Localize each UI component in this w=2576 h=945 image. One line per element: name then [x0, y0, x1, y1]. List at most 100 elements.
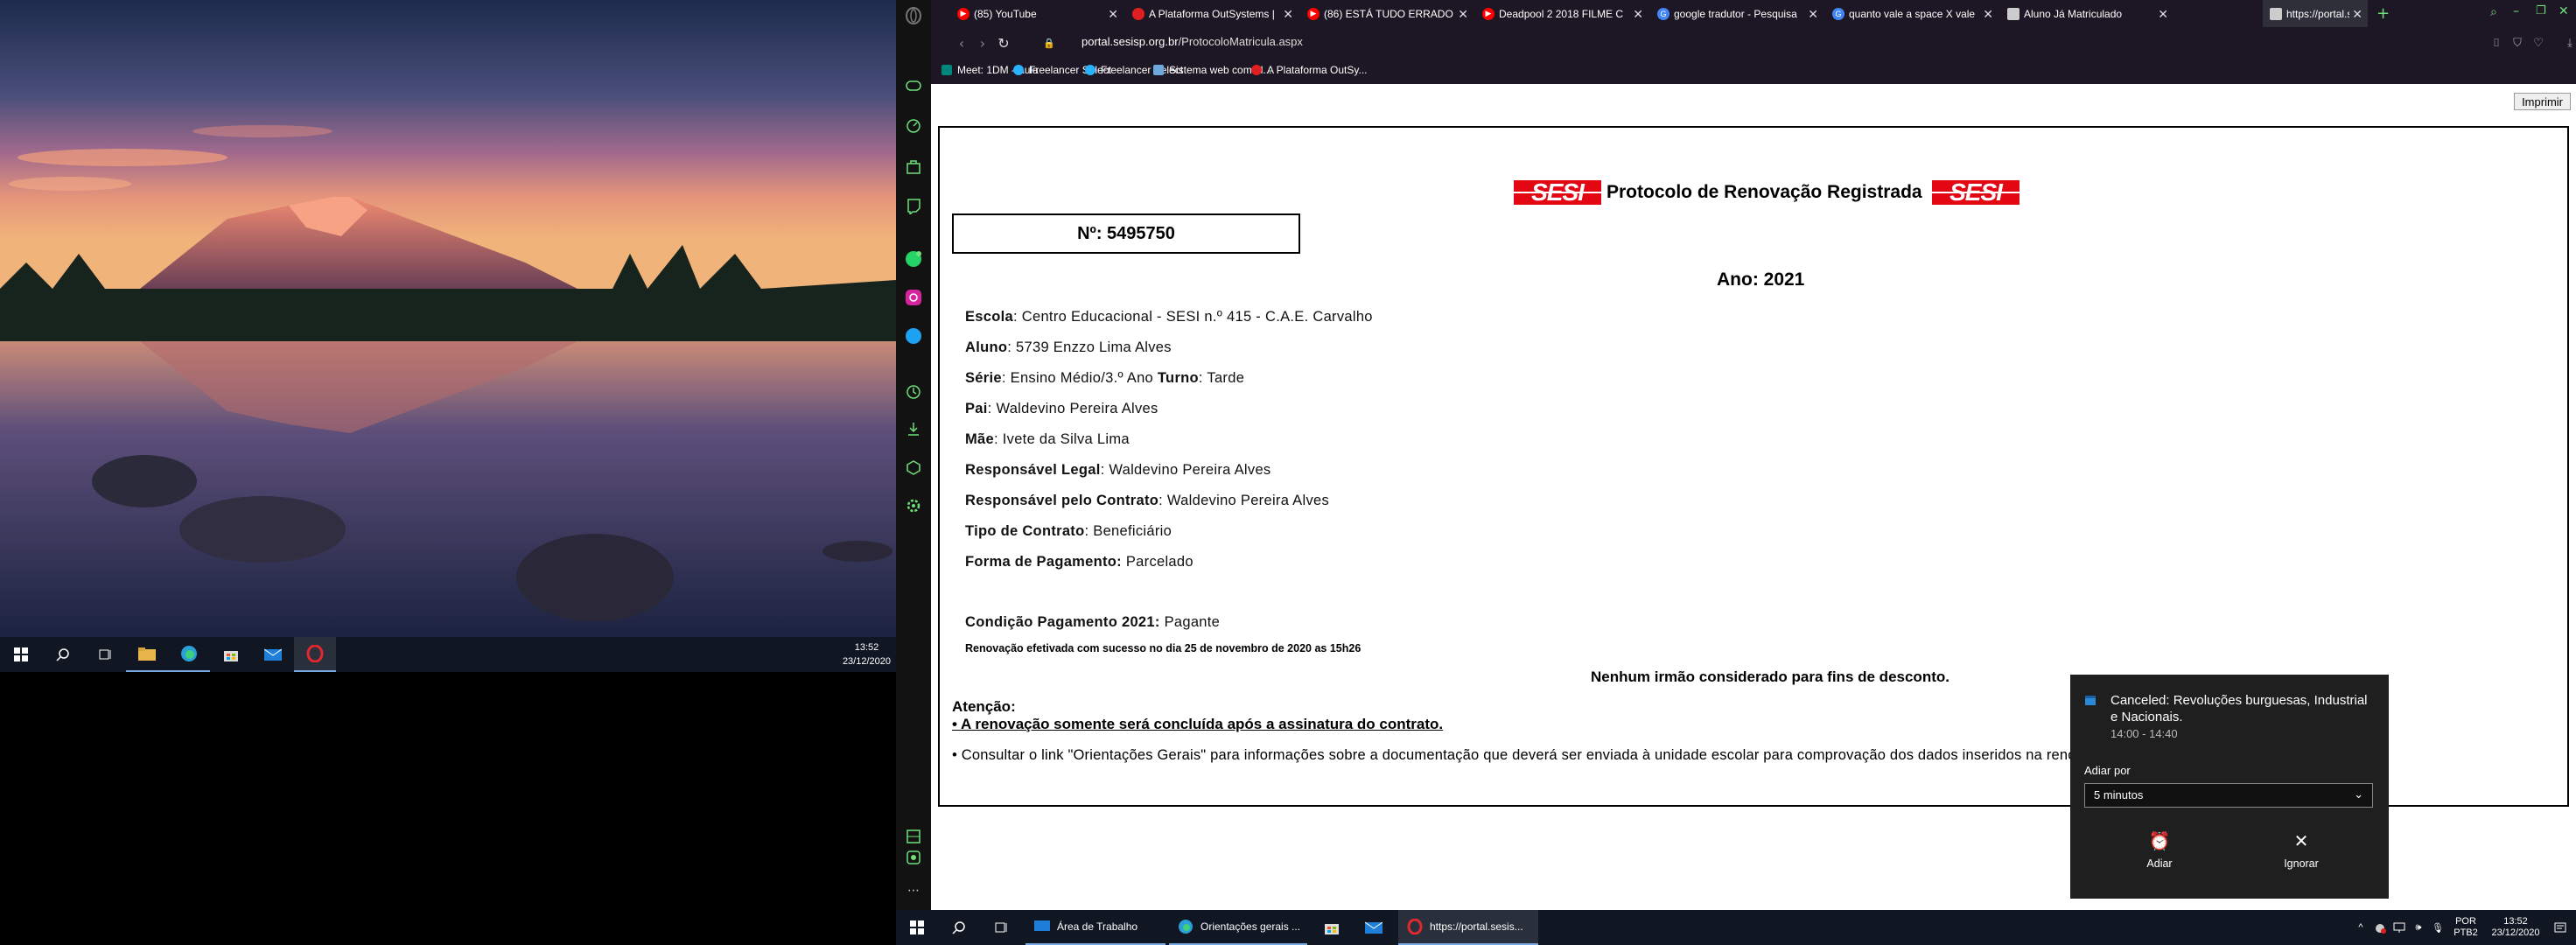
- store-sidebar-button[interactable]: [903, 156, 924, 177]
- mail-button[interactable]: [1353, 910, 1395, 945]
- tab-7-label: Aluno Já Matriculado: [2024, 7, 2123, 20]
- gamepad-button[interactable]: [903, 75, 924, 96]
- tray-volume-button[interactable]: 🕪: [2410, 910, 2427, 945]
- youtube-icon: ▶: [1482, 7, 1494, 20]
- url-field[interactable]: portal.sesisp.org.br/ProtocoloMatricula.…: [1082, 35, 1303, 48]
- tray-microphone-button[interactable]: 🎙: [2429, 910, 2446, 945]
- search-tabs-button[interactable]: ⌕: [2490, 5, 2497, 19]
- tab-4-close-icon[interactable]: ✕: [1633, 7, 1643, 22]
- tray-network-button[interactable]: [2390, 910, 2408, 945]
- task-view-button[interactable]: [84, 637, 126, 672]
- field-label: Mãe: [965, 431, 994, 447]
- snooze-select[interactable]: 5 minutos ⌄: [2084, 783, 2373, 808]
- minimize-button[interactable]: –: [2513, 4, 2519, 18]
- reload-button[interactable]: ↻: [996, 35, 1012, 52]
- tab-5-label: google tradutor - Pesquisa: [1674, 7, 1797, 20]
- opera-button[interactable]: [294, 637, 336, 672]
- minimize-icon: –: [2513, 4, 2519, 18]
- opera-icon: [1407, 919, 1423, 934]
- file-explorer-button[interactable]: [126, 637, 168, 672]
- tab-5-close-icon[interactable]: ✕: [1808, 7, 1818, 22]
- opera-menu-button[interactable]: [903, 5, 924, 26]
- document-icon: [2007, 7, 2020, 20]
- taskbar-app-label: https://portal.sesis...: [1430, 920, 1523, 933]
- tab-8-close-icon[interactable]: ✕: [2352, 7, 2362, 22]
- windows-icon: [14, 648, 28, 662]
- year-label: Ano: 2021: [1717, 270, 1805, 290]
- tab-5[interactable]: Ggoogle tradutor - Pesquisa ✕: [1650, 0, 1824, 27]
- store-button[interactable]: [210, 637, 252, 672]
- taskbar-app-opera[interactable]: https://portal.sesis...: [1398, 910, 1538, 945]
- sidebar-panel-button[interactable]: [903, 826, 924, 847]
- search-icon: [56, 648, 69, 662]
- field-label: Tipo de Contrato: [965, 523, 1085, 539]
- tab-2[interactable]: A Plataforma OutSystems | ✕: [1125, 0, 1298, 27]
- tab-3-close-icon[interactable]: ✕: [1458, 7, 1468, 22]
- tab-4[interactable]: ▶ Deadpool 2 2018 FILME C ✕: [1475, 0, 1648, 27]
- tab-6-close-icon[interactable]: ✕: [1983, 7, 1993, 22]
- restore-button[interactable]: ❐: [2536, 4, 2546, 18]
- sidebar-more-button[interactable]: ⋯: [903, 880, 924, 901]
- tray-language-button[interactable]: POR PTB2: [2448, 910, 2483, 945]
- tab-7-close-icon[interactable]: ✕: [2158, 7, 2168, 22]
- store-button[interactable]: [1311, 910, 1353, 945]
- speed-button[interactable]: [903, 116, 924, 136]
- print-button[interactable]: Imprimir: [2514, 93, 2571, 110]
- snooze-button[interactable]: ⏰ Adiar: [2107, 830, 2212, 870]
- tab-3[interactable]: ▶ (86) ESTÁ TUDO ERRADO C ✕: [1300, 0, 1474, 27]
- keyboard-layout: PTB2: [2454, 928, 2478, 938]
- field-tipo-contrato: Tipo de Contrato: Beneficiário: [965, 523, 1172, 540]
- search-button[interactable]: [42, 637, 84, 672]
- snapshot-button[interactable]: ⌷: [2488, 35, 2504, 51]
- restore-icon: ❐: [2536, 4, 2546, 18]
- tab-7[interactable]: Aluno Já Matriculado ✕: [2000, 0, 2174, 27]
- start-button[interactable]: [0, 637, 42, 672]
- tab-1[interactable]: ▶ (85) YouTube ✕: [950, 0, 1124, 27]
- whatsapp-button[interactable]: [903, 248, 924, 270]
- close-icon: ✕: [2293, 832, 2309, 851]
- tray-overflow-button[interactable]: ^: [2352, 910, 2370, 945]
- search-button[interactable]: [938, 910, 980, 945]
- mail-button[interactable]: [252, 637, 294, 672]
- tab-2-close-icon[interactable]: ✕: [1283, 7, 1293, 22]
- taskbar-app-edge[interactable]: Orientações gerais ...: [1169, 910, 1307, 945]
- bookmark-heart-button[interactable]: ♡: [2530, 35, 2546, 51]
- close-window-button[interactable]: ✕: [2558, 4, 2569, 18]
- plus-icon: +: [2376, 4, 2390, 23]
- bookmark-5[interactable]: A Plataforma OutSy...: [1251, 64, 1368, 76]
- task-view-button[interactable]: [980, 910, 1022, 945]
- tab-8-label: https://portal.sesisp.org.br: [2286, 7, 2349, 20]
- camera-icon: ⌷: [2493, 36, 2500, 50]
- shield-button[interactable]: ⛉: [2510, 35, 2525, 51]
- forward-button[interactable]: ›: [975, 35, 990, 52]
- start-button[interactable]: [896, 910, 938, 945]
- left-clock[interactable]: 13:52 23/12/2020: [843, 640, 891, 668]
- downloads-sidebar-button[interactable]: [903, 418, 924, 439]
- sidebar-toggle-button[interactable]: [903, 847, 924, 868]
- twitch-button[interactable]: [903, 196, 924, 217]
- new-tab-button[interactable]: +: [2376, 4, 2390, 23]
- tray-security-button[interactable]: [2371, 910, 2389, 945]
- history-button[interactable]: [903, 382, 924, 402]
- clock-icon: [906, 385, 920, 399]
- more-dots-icon: ⋯: [907, 884, 920, 898]
- settings-button[interactable]: [903, 495, 924, 516]
- instagram-button[interactable]: [903, 287, 924, 308]
- taskbar-clock[interactable]: 13:52 23/12/2020: [2487, 910, 2544, 945]
- dismiss-button[interactable]: ✕ Ignorar: [2249, 830, 2354, 870]
- tab-1-close-icon[interactable]: ✕: [1108, 7, 1118, 22]
- back-button[interactable]: ‹: [954, 35, 970, 52]
- clock-date: 23/12/2020: [2491, 928, 2540, 938]
- action-center-button[interactable]: [2548, 910, 2572, 945]
- field-pai: Pai: Waldevino Pereira Alves: [965, 401, 1158, 417]
- tab-6[interactable]: Gquanto vale a space X vale ✕: [1825, 0, 1998, 27]
- twitter-button[interactable]: [903, 326, 924, 346]
- extensions-button[interactable]: [903, 457, 924, 478]
- taskbar-app-desktop[interactable]: Área de Trabalho: [1026, 910, 1166, 945]
- tab-8-active[interactable]: https://portal.sesisp.org.br ✕: [2263, 0, 2368, 27]
- lock-button[interactable]: 🔒: [1041, 35, 1057, 51]
- downloads-button[interactable]: ⤓: [2562, 35, 2576, 51]
- tab-1-label: (85) YouTube: [974, 7, 1037, 20]
- edge-button[interactable]: [168, 637, 210, 672]
- dismiss-button-label: Ignorar: [2284, 858, 2319, 870]
